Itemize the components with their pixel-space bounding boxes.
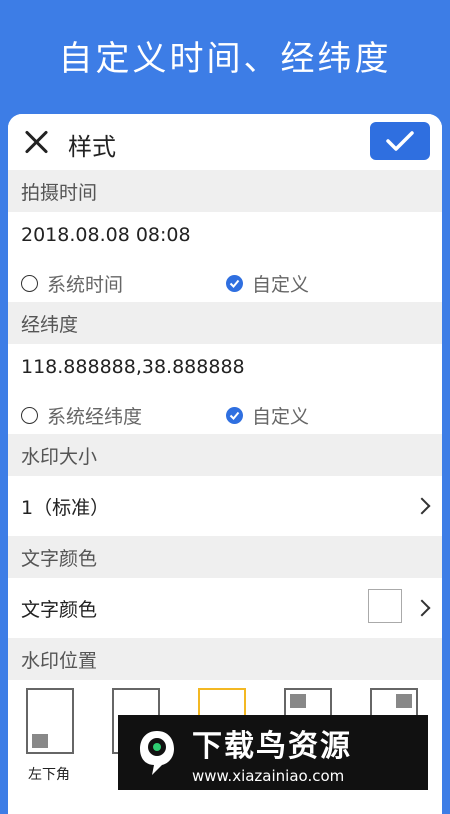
panel-header: 样式: [8, 114, 442, 170]
position-marker: [32, 734, 48, 748]
section-title-coords: 经纬度: [8, 302, 442, 344]
confirm-button[interactable]: [370, 122, 430, 160]
watermark-text: 下载鸟资源 www.xiazainiao.com: [192, 721, 352, 785]
radio-custom-coords[interactable]: 自定义: [226, 402, 309, 429]
radio-system-time[interactable]: 系统时间: [21, 270, 123, 297]
position-bottom-left[interactable]: [26, 688, 74, 754]
size-selector[interactable]: 1（标准）: [8, 476, 442, 536]
section-title-size: 水印大小: [8, 434, 442, 476]
radio-label: 自定义: [252, 406, 310, 428]
coords-source-options: 系统经纬度 自定义: [8, 390, 442, 434]
position-marker: [396, 694, 412, 708]
text-color-selector[interactable]: 文字颜色: [8, 578, 442, 638]
color-swatch[interactable]: [368, 589, 402, 623]
radio-label: 系统时间: [47, 274, 124, 296]
radio-system-coords[interactable]: 系统经纬度: [21, 402, 142, 429]
time-source-options: 系统时间 自定义: [8, 258, 442, 302]
panel-title: 样式: [68, 133, 116, 161]
section-title-color: 文字颜色: [8, 536, 442, 578]
position-marker: [290, 694, 306, 708]
position-label: 左下角: [28, 767, 70, 783]
radio-label: 系统经纬度: [47, 406, 143, 428]
checkmark-icon: [386, 131, 414, 151]
site-watermark: 下载鸟资源 www.xiazainiao.com: [118, 715, 428, 790]
radio-checked-icon: [226, 407, 243, 424]
app-banner-title: 自定义时间、经纬度: [58, 38, 392, 79]
section-title-time: 拍摄时间: [8, 170, 442, 212]
radio-unchecked-icon: [21, 407, 38, 424]
radio-custom-time[interactable]: 自定义: [226, 270, 309, 297]
radio-checked-icon: [226, 275, 243, 292]
time-value[interactable]: 2018.08.08 08:08: [8, 212, 442, 258]
chevron-right-icon: [413, 497, 431, 515]
bird-logo-icon: [132, 723, 182, 783]
text-color-label: 文字颜色: [21, 598, 98, 621]
radio-unchecked-icon: [21, 275, 38, 292]
style-panel: 样式 拍摄时间 2018.08.08 08:08 系统时间 自定义 经纬度 11…: [8, 114, 442, 814]
watermark-url: www.xiazainiao.com: [192, 766, 345, 785]
close-icon[interactable]: [22, 128, 50, 156]
radio-label: 自定义: [252, 274, 310, 296]
size-value: 1（标准）: [21, 496, 110, 519]
section-title-position: 水印位置: [8, 638, 442, 680]
chevron-right-icon: [413, 599, 431, 617]
watermark-brand: 下载鸟资源: [192, 728, 352, 764]
coords-value[interactable]: 118.888888,38.888888: [8, 344, 442, 390]
